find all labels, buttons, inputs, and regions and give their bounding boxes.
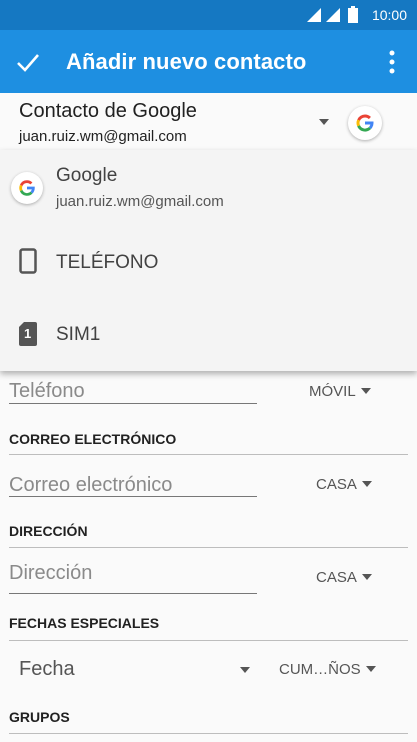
dropdown-arrow-icon [361,574,372,580]
status-bar: 10:00 [0,0,417,30]
option-sim-label: SIM1 [56,324,101,345]
dropdown-option-sim[interactable]: 1 SIM1 [0,300,417,371]
dropdown-option-phone[interactable]: TELÉFONO [0,230,417,300]
app-bar: Añadir nuevo contacto [0,30,417,93]
email-type-select[interactable]: CASA [316,476,372,493]
wifi-signal-icon [307,8,321,22]
email-field[interactable]: Correo electrónico [9,474,172,497]
phone-device-icon [19,248,37,274]
date-dropdown-icon[interactable] [240,667,250,673]
option-phone-label: TELÉFONO [56,252,159,273]
chevron-down-icon[interactable] [319,119,329,125]
check-icon[interactable] [14,48,42,76]
account-type: Contacto de Google [19,100,197,122]
page-title: Añadir nuevo contacto [66,49,307,74]
dropdown-option-google[interactable]: Google juan.ruiz.wm@gmail.com [0,150,417,230]
account-email: juan.ruiz.wm@gmail.com [19,128,187,145]
phone-type-select[interactable]: MÓVIL [309,383,371,400]
sim-slot-number: 1 [24,326,32,341]
google-logo-icon [348,106,382,140]
date-field[interactable]: Fecha [19,658,75,681]
dropdown-arrow-icon [361,481,372,487]
option-google-email: juan.ruiz.wm@gmail.com [56,193,224,210]
email-section-header: CORREO ELECTRÓNICO [9,431,177,447]
account-selector[interactable]: Contacto de Google juan.ruiz.wm@gmail.co… [0,93,417,151]
status-time: 10:00 [371,7,407,23]
battery-icon [348,6,358,23]
phone-field[interactable]: Teléfono [9,380,85,403]
google-logo-icon [11,172,43,204]
dropdown-arrow-icon [360,388,371,394]
account-dropdown: Google juan.ruiz.wm@gmail.com TELÉFONO 1… [0,150,417,371]
option-google-name: Google [56,165,118,186]
address-section-header: DIRECCIÓN [9,523,88,539]
dropdown-arrow-icon [365,666,376,672]
date-type-select[interactable]: CUM…ÑOS [279,661,376,678]
cell-signal-icon [326,8,340,22]
address-field[interactable]: Dirección [9,562,92,585]
groups-section-header: GRUPOS [9,709,70,725]
dates-section-header: FECHAS ESPECIALES [9,615,160,631]
address-type-select[interactable]: CASA [316,569,372,586]
more-options-icon[interactable] [389,50,395,74]
